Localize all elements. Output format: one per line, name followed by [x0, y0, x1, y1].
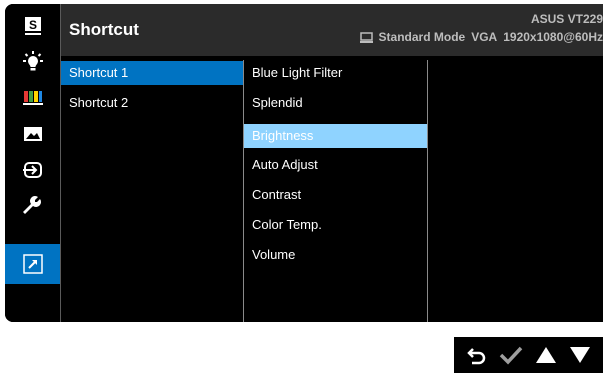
- status-mode: Standard Mode: [378, 30, 466, 44]
- option-brightness[interactable]: Brightness: [244, 124, 427, 148]
- option-color-temp[interactable]: Color Temp.: [244, 213, 427, 237]
- control-bar: [454, 337, 603, 373]
- wrench-icon[interactable]: [5, 188, 60, 224]
- header: Shortcut ASUS VT229 Standard Mode VGA 19…: [61, 4, 603, 56]
- column-divider-2: [427, 60, 428, 322]
- brightness-icon: [22, 51, 43, 71]
- option-volume[interactable]: Volume: [244, 243, 427, 267]
- up-arrow-icon: [535, 347, 556, 363]
- shortcut-icon: [22, 254, 43, 274]
- shortcut-icon[interactable]: [5, 244, 60, 284]
- up-button[interactable]: [533, 342, 559, 368]
- menu-item-shortcut-2[interactable]: Shortcut 2: [61, 91, 243, 115]
- option-auto-adjust[interactable]: Auto Adjust: [244, 153, 427, 177]
- osd-menu: S Shortcut ASUS VT229 Standard Mode VGA …: [5, 4, 603, 322]
- brightness-icon[interactable]: [5, 44, 60, 80]
- s-icon[interactable]: S: [5, 8, 60, 44]
- option-splendid[interactable]: Splendid: [244, 91, 427, 115]
- confirm-button[interactable]: [498, 342, 524, 368]
- sidebar: S: [5, 4, 60, 322]
- confirm-check-icon: [500, 346, 523, 365]
- image-icon: [23, 127, 42, 141]
- status-resolution: 1920x1080@60Hz: [503, 30, 603, 44]
- image-icon[interactable]: [5, 116, 60, 152]
- status-input: VGA: [471, 30, 498, 44]
- back-icon: [467, 348, 486, 365]
- s-icon: S: [24, 17, 41, 35]
- option-blue-light-filter[interactable]: Blue Light Filter: [244, 61, 427, 85]
- option-contrast[interactable]: Contrast: [244, 183, 427, 207]
- color-icon: [22, 91, 43, 105]
- menu-item-shortcut-1[interactable]: Shortcut 1: [61, 61, 243, 85]
- svg-text:S: S: [28, 18, 36, 32]
- down-arrow-icon: [569, 347, 590, 363]
- status-line: Standard Mode VGA 1920x1080@60Hz: [359, 30, 603, 44]
- input-select-icon[interactable]: [5, 152, 60, 188]
- input-select-icon: [22, 162, 42, 178]
- wrench-icon: [22, 196, 41, 214]
- back-button[interactable]: [464, 342, 490, 368]
- model-name: ASUS VT229: [530, 12, 603, 26]
- down-button[interactable]: [567, 342, 593, 368]
- page-title: Shortcut: [69, 20, 139, 39]
- monitor-icon: [359, 31, 373, 43]
- color-icon[interactable]: [5, 80, 60, 116]
